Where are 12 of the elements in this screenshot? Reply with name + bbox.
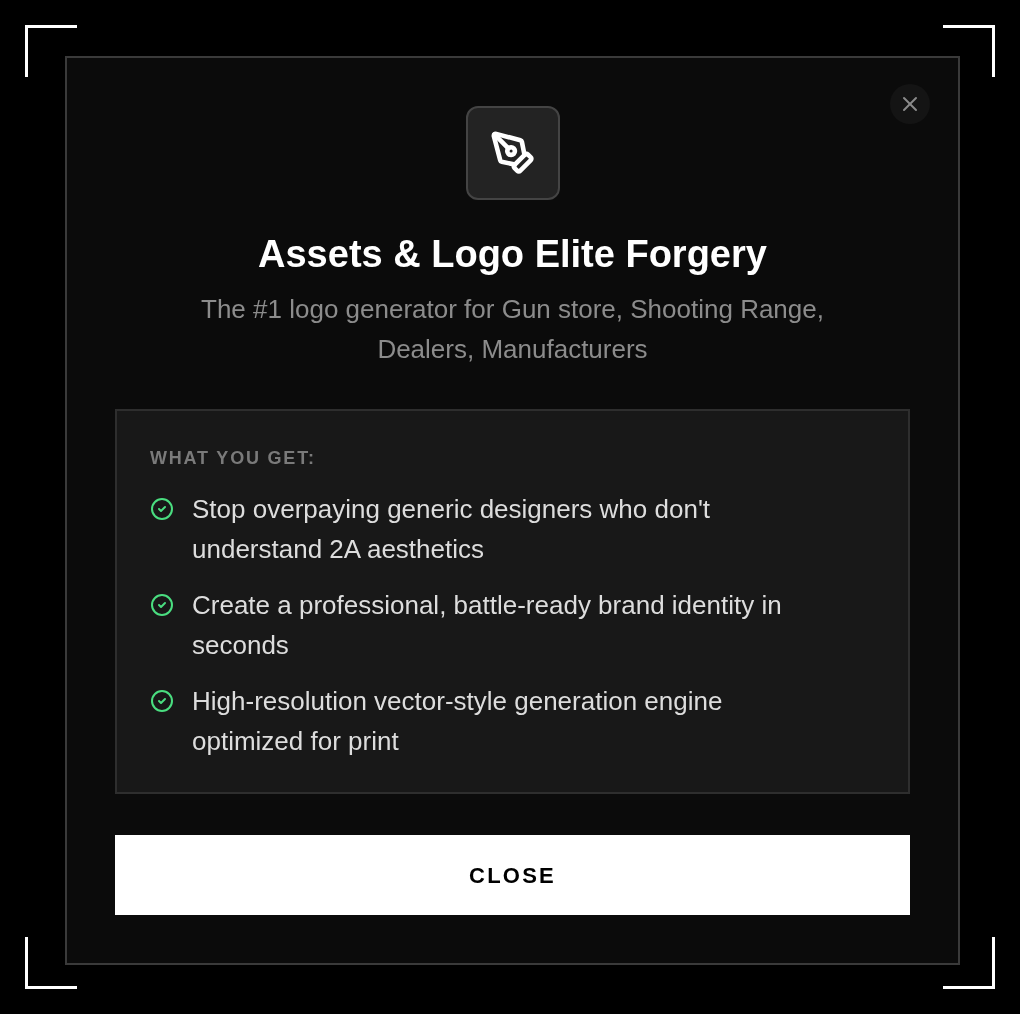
dialog-subtitle: The #1 logo generator for Gun store, Shooting Range, Dealers, Manufacturers [200,293,825,366]
dialog-title: Assets & Logo Elite Forgery [258,232,767,276]
check-circle-icon [150,497,174,521]
features-heading: WHAT YOU GET: [150,447,316,470]
feature-text: Create a professional, battle-ready brand identity in seconds [192,589,783,662]
pen-nib-icon [465,106,560,200]
close-button[interactable] [890,84,930,124]
check-circle-icon [150,593,174,617]
feature-text: Stop overpaying generic designers who don't understand 2A aesthetics [192,493,712,566]
check-circle-icon [150,689,174,713]
feature-text: High-resolution vector-style generation engine optimized for print [192,685,724,758]
close-dialog-button[interactable]: CLOSE [115,835,910,915]
